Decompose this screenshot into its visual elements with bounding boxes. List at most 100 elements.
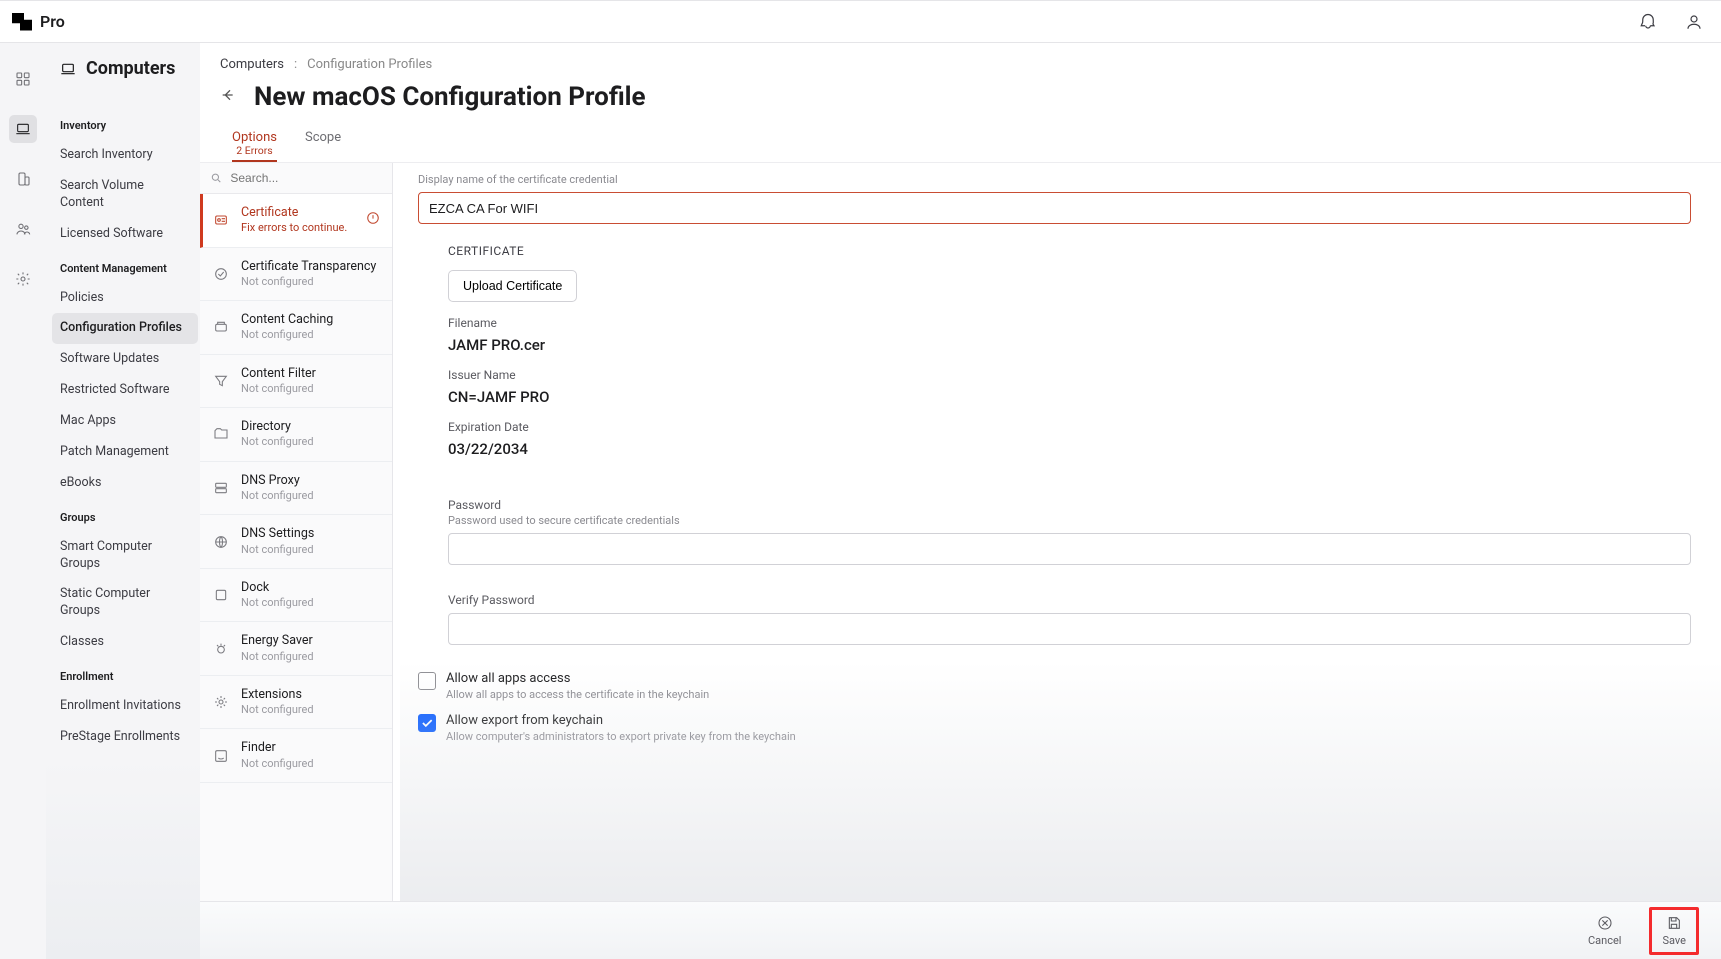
payload-title: Certificate: [241, 205, 347, 221]
upload-certificate-button[interactable]: Upload Certificate: [448, 270, 577, 302]
error-icon: [366, 211, 380, 229]
payload-title: DNS Proxy: [241, 473, 314, 489]
nav-item-ebooks[interactable]: eBooks: [52, 468, 198, 499]
allow-export-title: Allow export from keychain: [446, 713, 796, 730]
gear-icon: [15, 271, 31, 287]
payload-icon: [212, 318, 230, 336]
nav-item-mac-apps[interactable]: Mac Apps: [52, 406, 198, 437]
allow-export-sub: Allow computer's administrators to expor…: [446, 730, 796, 743]
payload-icon: [212, 586, 230, 604]
payload-energy-saver[interactable]: Energy SaverNot configured: [200, 622, 392, 676]
arrow-left-icon: [220, 87, 236, 103]
nav-item-licensed-software[interactable]: Licensed Software: [52, 219, 198, 250]
payload-subtitle: Fix errors to continue.: [241, 221, 347, 235]
payload-subtitle: Not configured: [241, 650, 314, 664]
brand: Pro: [12, 12, 65, 31]
account-button[interactable]: [1685, 13, 1703, 31]
breadcrumb-current[interactable]: Configuration Profiles: [307, 57, 432, 72]
payload-title: DNS Settings: [241, 526, 314, 542]
payload-content-caching[interactable]: Content CachingNot configured: [200, 301, 392, 355]
back-button[interactable]: [220, 87, 236, 107]
notifications-button[interactable]: [1639, 13, 1657, 31]
verify-password-label: Verify Password: [448, 593, 1691, 607]
payload-search[interactable]: [200, 163, 392, 194]
bell-icon: [1639, 13, 1657, 31]
nav-item-static-computer-groups[interactable]: Static Computer Groups: [52, 579, 198, 627]
issuer-label: Issuer Name: [448, 368, 1691, 382]
rail-devices[interactable]: [9, 165, 37, 193]
nav-item-restricted-software[interactable]: Restricted Software: [52, 375, 198, 406]
password-input[interactable]: [448, 533, 1691, 565]
rail-settings[interactable]: [9, 265, 37, 293]
payload-finder[interactable]: FinderNot configured: [200, 729, 392, 783]
payload-subtitle: Not configured: [241, 328, 333, 342]
payload-dock[interactable]: DockNot configured: [200, 569, 392, 623]
jamf-logo-icon: [12, 13, 32, 31]
tab-options-label: Options: [232, 130, 277, 145]
payload-certificate[interactable]: CertificateFix errors to continue.: [200, 194, 392, 248]
issuer-value: CN=JAMF PRO: [448, 388, 1691, 406]
allow-all-apps-checkbox[interactable]: [418, 672, 436, 690]
payload-icon: [212, 372, 230, 390]
laptop-icon: [60, 61, 76, 77]
payload-subtitle: Not configured: [241, 489, 314, 503]
nav-item-classes[interactable]: Classes: [52, 627, 198, 658]
nav-item-smart-computer-groups[interactable]: Smart Computer Groups: [52, 532, 198, 580]
nav-section-label: Content Management: [60, 262, 192, 275]
payload-directory[interactable]: DirectoryNot configured: [200, 408, 392, 462]
laptop-icon: [15, 121, 31, 137]
payload-title: Energy Saver: [241, 633, 314, 649]
payload-subtitle: Not configured: [241, 757, 314, 771]
payload-title: Finder: [241, 740, 314, 756]
payload-icon: [212, 479, 230, 497]
rail-dashboard[interactable]: [9, 65, 37, 93]
payload-icon: [212, 747, 230, 765]
payload-content-filter[interactable]: Content FilterNot configured: [200, 355, 392, 409]
rail-computers[interactable]: [9, 115, 37, 143]
payload-title: Directory: [241, 419, 314, 435]
payload-dns-settings[interactable]: DNS SettingsNot configured: [200, 515, 392, 569]
save-label: Save: [1662, 934, 1686, 947]
payload-search-input[interactable]: [230, 171, 382, 185]
nav-item-enrollment-invitations[interactable]: Enrollment Invitations: [52, 691, 198, 722]
nav-item-search-volume-content[interactable]: Search Volume Content: [52, 171, 198, 219]
allow-all-apps-title: Allow all apps access: [446, 671, 709, 688]
users-icon: [15, 221, 31, 237]
nav-item-software-updates[interactable]: Software Updates: [52, 344, 198, 375]
save-button[interactable]: Save: [1649, 907, 1699, 955]
display-name-input[interactable]: [418, 192, 1691, 224]
check-icon: [420, 716, 434, 730]
payload-title: Certificate Transparency: [241, 259, 376, 275]
payload-title: Extensions: [241, 687, 314, 703]
password-help: Password used to secure certificate cred…: [448, 514, 1691, 527]
payload-dns-proxy[interactable]: DNS ProxyNot configured: [200, 462, 392, 516]
payload-icon: [212, 265, 230, 283]
tabs: Options 2 Errors Scope: [200, 126, 1721, 163]
payload-list-pane: CertificateFix errors to continue.Certif…: [200, 163, 393, 959]
form-pane: Display name of the certificate credenti…: [393, 163, 1721, 959]
nav-item-patch-management[interactable]: Patch Management: [52, 437, 198, 468]
user-icon: [1685, 13, 1703, 31]
bottom-bar: Cancel Save: [200, 901, 1721, 959]
payload-title: Content Caching: [241, 312, 333, 328]
password-label: Password: [448, 498, 1691, 512]
payload-certificate-transparency[interactable]: Certificate TransparencyNot configured: [200, 248, 392, 302]
allow-export-checkbox[interactable]: [418, 714, 436, 732]
payload-icon: [212, 533, 230, 551]
allow-export-row: Allow export from keychain Allow compute…: [418, 713, 1691, 743]
tab-options[interactable]: Options 2 Errors: [232, 130, 277, 162]
tab-scope[interactable]: Scope: [305, 130, 341, 162]
payload-subtitle: Not configured: [241, 543, 314, 557]
nav-item-prestage-enrollments[interactable]: PreStage Enrollments: [52, 722, 198, 753]
payload-subtitle: Not configured: [241, 382, 316, 396]
cancel-button[interactable]: Cancel: [1582, 911, 1627, 951]
nav-item-policies[interactable]: Policies: [52, 283, 198, 314]
payload-icon: [212, 211, 230, 229]
rail-users[interactable]: [9, 215, 37, 243]
verify-password-input[interactable]: [448, 613, 1691, 645]
payload-extensions[interactable]: ExtensionsNot configured: [200, 676, 392, 730]
filename-label: Filename: [448, 316, 1691, 330]
nav-item-configuration-profiles[interactable]: Configuration Profiles: [52, 313, 198, 344]
nav-item-search-inventory[interactable]: Search Inventory: [52, 140, 198, 171]
breadcrumb-root[interactable]: Computers: [220, 57, 284, 72]
